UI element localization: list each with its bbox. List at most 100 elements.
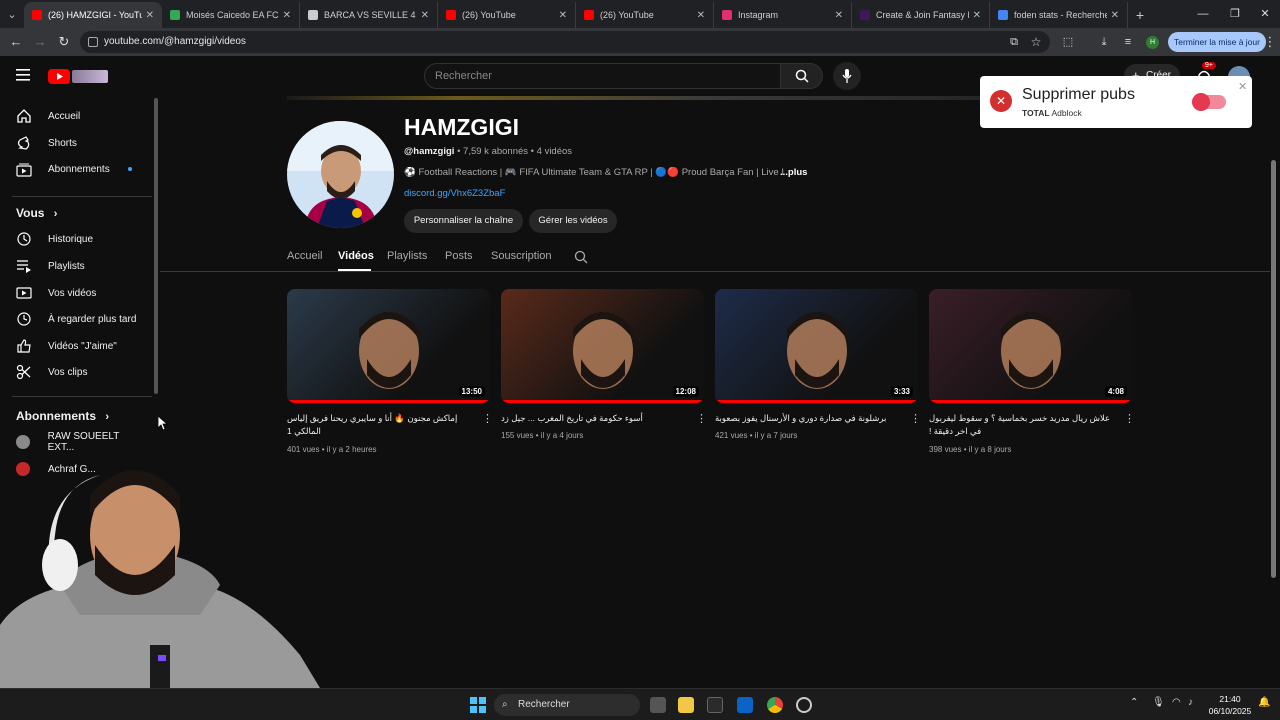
browser-tab[interactable]: (26) YouTube ✕: [438, 2, 576, 28]
sidebar-item-abonnements[interactable]: Abonnements: [16, 158, 146, 180]
bookmark-star-icon[interactable]: ☆: [1024, 28, 1048, 56]
reading-list-icon[interactable]: ≡: [1116, 28, 1140, 56]
reload-icon[interactable]: ↻: [52, 28, 76, 56]
address-bar[interactable]: youtube.com/@hamzgigi/videos: [80, 31, 1050, 53]
video-menu-icon[interactable]: ⋮: [910, 413, 921, 425]
profile-avatar[interactable]: H: [1146, 36, 1159, 49]
sidebar-item-shorts[interactable]: Shorts: [16, 132, 146, 154]
manage-videos-button[interactable]: Gérer les vidéos: [529, 209, 617, 233]
finish-update-button[interactable]: Terminer la mise à jour: [1168, 32, 1266, 52]
file-explorer-icon[interactable]: [678, 697, 694, 713]
page-scrollbar[interactable]: [1271, 160, 1276, 578]
customize-channel-button[interactable]: Personnaliser la chaîne: [404, 209, 523, 233]
wifi-icon[interactable]: ◠: [1172, 697, 1181, 708]
tab-close-icon[interactable]: ✕: [697, 10, 705, 21]
channel-search-icon[interactable]: [574, 250, 588, 264]
forward-icon[interactable]: →: [28, 28, 52, 56]
video-card[interactable]: 13:50 إماكش مجنون 🔥 أنا و سايبري ريحنا فر…: [287, 289, 493, 454]
chrome-taskbar-icon[interactable]: [767, 697, 783, 713]
channel-external-link[interactable]: discord.gg/Vhx6Z3ZbaF: [404, 188, 505, 199]
search-button[interactable]: [781, 63, 823, 89]
video-title[interactable]: برشلونة في صدارة دوري و الأرسنال يفوز بص…: [715, 412, 900, 425]
back-icon[interactable]: ←: [4, 28, 28, 56]
new-tab-button[interactable]: +: [1128, 2, 1152, 28]
sidebar-item-playlists[interactable]: Playlists: [16, 255, 146, 277]
tab-search-icon[interactable]: ⌄: [0, 0, 24, 28]
video-thumbnail[interactable]: 3:33: [715, 289, 918, 403]
mic-tray-icon[interactable]: 🎙: [1152, 697, 1165, 708]
subscription-item[interactable]: RAW SOUEELT EXT...: [16, 431, 146, 453]
browser-tab[interactable]: Instagram ✕: [714, 2, 852, 28]
channel-more-link[interactable]: ...plus: [780, 167, 807, 178]
browser-tab[interactable]: (26) YouTube ✕: [576, 2, 714, 28]
taskbar-clock[interactable]: 21:40 06/10/2025: [1206, 693, 1254, 717]
video-thumbnail[interactable]: 12:08: [501, 289, 704, 403]
browser-tab[interactable]: BARCA VS SEVILLE 4 1 - R ✕: [300, 2, 438, 28]
voice-search-button[interactable]: [833, 62, 861, 90]
video-menu-icon[interactable]: ⋮: [696, 413, 707, 425]
browser-tab[interactable]: (26) HAMZGIGI - YouTube ✕: [24, 2, 162, 28]
notification-center-icon[interactable]: 🔔: [1258, 697, 1270, 708]
video-card[interactable]: 12:08 أسوء حكومة في تاريخ المغرب ... جيل …: [501, 289, 707, 440]
download-icon[interactable]: ⤓: [1092, 28, 1116, 56]
video-title[interactable]: إماكش مجنون 🔥 أنا و سايبري ريحنا فريق إل…: [287, 412, 472, 438]
browser-tab[interactable]: foden stats - Recherche G ✕: [990, 2, 1128, 28]
outlook-icon[interactable]: [737, 697, 753, 713]
tab-accueil[interactable]: Accueil: [287, 250, 322, 262]
video-title[interactable]: علاش ريال مدريد خسر بخماسية ؟ و سقوط ليف…: [929, 412, 1114, 438]
chrome-menu-icon[interactable]: ⋮: [1258, 28, 1280, 56]
video-thumbnail[interactable]: 4:08: [929, 289, 1132, 403]
task-view-icon[interactable]: [650, 697, 666, 713]
video-menu-icon[interactable]: ⋮: [482, 413, 493, 425]
youtube-logo[interactable]: [48, 68, 108, 84]
tab-close-icon[interactable]: ✕: [835, 10, 843, 21]
sidebar-item-regarder-plus-tard[interactable]: À regarder plus tard: [16, 308, 146, 330]
restore-icon[interactable]: ❐: [1218, 0, 1252, 28]
volume-icon[interactable]: ♪: [1188, 697, 1193, 708]
windows-start-icon[interactable]: [470, 697, 486, 713]
sidebar-item-vos-videos[interactable]: Vos vidéos: [16, 282, 146, 304]
tab-close-icon[interactable]: ✕: [146, 10, 154, 21]
video-card[interactable]: 3:33 برشلونة في صدارة دوري و الأرسنال يفو…: [715, 289, 921, 440]
sidebar-you-heading[interactable]: Vous ›: [16, 206, 57, 220]
tab-playlists[interactable]: Playlists: [387, 250, 427, 262]
tab-souscription[interactable]: Souscription: [491, 250, 552, 262]
tab-videos[interactable]: Vidéos: [338, 250, 374, 262]
browser-tab[interactable]: Moisés Caicedo EA FC 26 ✕: [162, 2, 300, 28]
app-taskbar-icon[interactable]: [796, 697, 812, 713]
taskbar-search[interactable]: ⌕ Rechercher: [494, 694, 640, 716]
video-card[interactable]: 4:08 علاش ريال مدريد خسر بخماسية ؟ و سقوط…: [929, 289, 1135, 454]
store-icon[interactable]: [707, 697, 723, 713]
browser-tab[interactable]: Create & Join Fantasy Foo ✕: [852, 2, 990, 28]
video-duration: 4:08: [1104, 386, 1127, 397]
tab-close-icon[interactable]: ✕: [283, 10, 291, 21]
sidebar-item-accueil[interactable]: Accueil: [16, 105, 146, 127]
tab-close-icon[interactable]: ✕: [421, 10, 429, 21]
site-info-icon[interactable]: [88, 37, 98, 47]
sidebar-item-videos-jaime[interactable]: Vidéos "J'aime": [16, 335, 146, 357]
tray-chevron-icon[interactable]: ⌃: [1130, 697, 1138, 708]
extensions-icon[interactable]: ⬚: [1056, 28, 1080, 56]
adblock-toggle[interactable]: [1192, 93, 1226, 111]
channel-handle: @hamzgigi: [404, 146, 455, 157]
tab-close-icon[interactable]: ✕: [973, 10, 981, 21]
video-title[interactable]: أسوء حكومة في تاريخ المغرب ... جيل زد: [501, 412, 686, 425]
close-window-icon[interactable]: ✕: [1248, 0, 1280, 28]
tab-posts[interactable]: Posts: [445, 250, 473, 262]
close-icon[interactable]: ✕: [1238, 80, 1247, 93]
tab-close-icon[interactable]: ✕: [1111, 10, 1119, 21]
sidebar-item-historique[interactable]: Historique: [16, 228, 146, 250]
hamburger-menu-icon[interactable]: [16, 68, 32, 82]
video-thumbnail[interactable]: 13:50: [287, 289, 490, 403]
channel-description[interactable]: ⚽ Football Reactions | 🎮 FIFA Ultimate T…: [404, 167, 784, 178]
minimize-icon[interactable]: —: [1186, 0, 1220, 28]
tab-close-icon[interactable]: ✕: [559, 10, 567, 21]
install-app-icon[interactable]: ⧉: [1002, 28, 1026, 56]
sidebar-subscriptions-heading[interactable]: Abonnements ›: [16, 409, 109, 423]
video-menu-icon[interactable]: ⋮: [1124, 413, 1135, 425]
adblock-popup: ✕ Supprimer pubs TOTAL Adblock ✕: [980, 76, 1252, 128]
sidebar-scrollbar[interactable]: [154, 98, 158, 394]
sidebar-item-vos-clips[interactable]: Vos clips: [16, 361, 146, 383]
search-input[interactable]: Rechercher: [424, 63, 781, 89]
channel-avatar[interactable]: [287, 121, 394, 228]
